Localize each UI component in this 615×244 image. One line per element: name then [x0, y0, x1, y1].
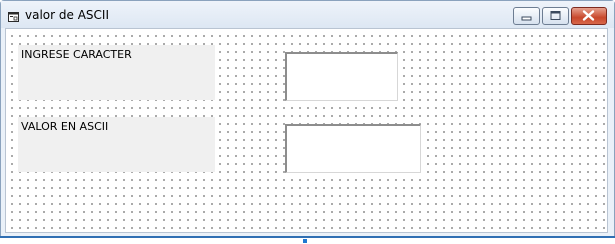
close-button[interactable]: [571, 7, 607, 25]
label-valor-ascii: VALOR EN ASCII: [18, 117, 215, 172]
minimize-icon: [521, 16, 532, 21]
form-window: valor de ASCII INGRESE CARACTER VALOR EN…: [0, 0, 615, 238]
title-bar[interactable]: valor de ASCII: [1, 1, 614, 28]
caracter-input[interactable]: [285, 52, 398, 101]
close-icon: [582, 10, 595, 21]
form-icon[interactable]: [8, 9, 19, 22]
form-client-area: INGRESE CARACTER VALOR EN ASCII: [5, 28, 608, 233]
maximize-button[interactable]: [542, 7, 569, 25]
label-ingrese-caracter: INGRESE CARACTER: [18, 45, 215, 100]
label-ingrese-caracter-text: INGRESE CARACTER: [21, 48, 132, 61]
resize-handle[interactable]: [303, 239, 307, 243]
maximize-icon: [550, 11, 561, 20]
label-valor-ascii-text: VALOR EN ASCII: [21, 120, 109, 133]
designer-selection-border: [0, 236, 615, 238]
window-title: valor de ASCII: [25, 8, 109, 22]
ascii-output[interactable]: [285, 124, 421, 173]
minimize-button[interactable]: [513, 7, 540, 25]
